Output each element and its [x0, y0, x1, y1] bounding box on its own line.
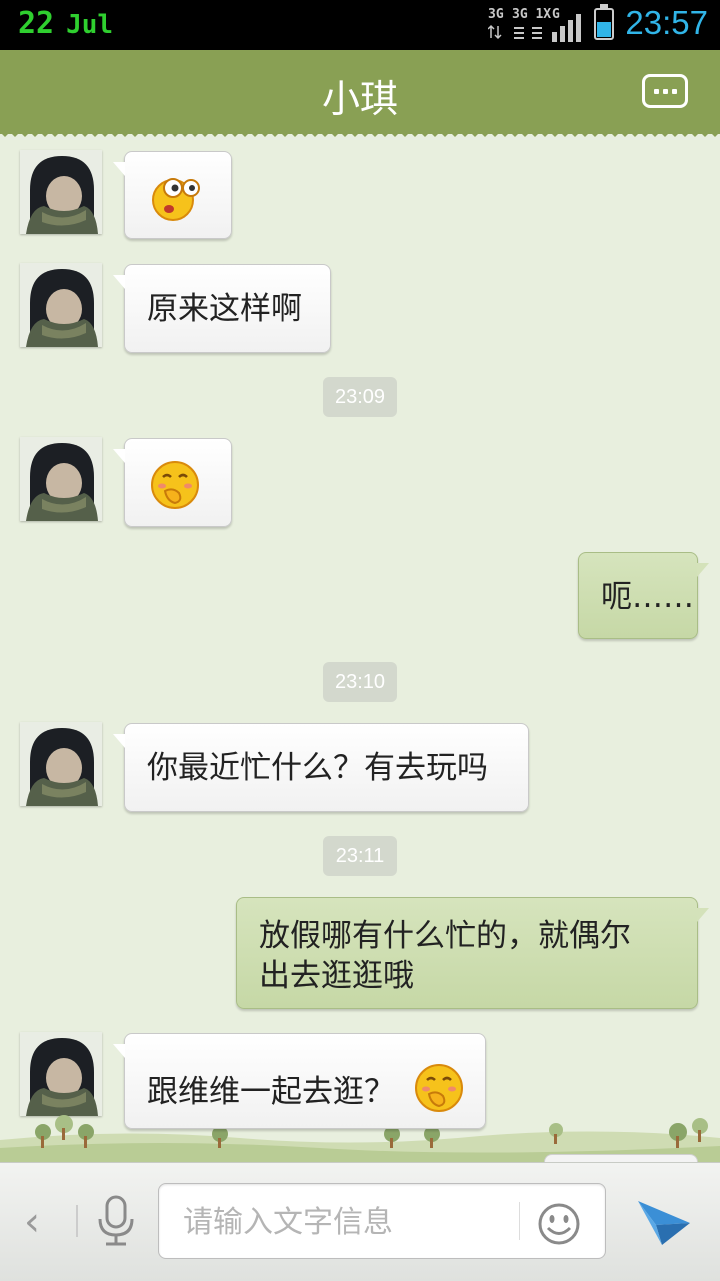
message-text-line: 放假哪有什么忙的，就偶尔 — [259, 918, 631, 954]
back-icon: ‹ — [24, 1199, 40, 1245]
send-icon[interactable] — [636, 1195, 692, 1247]
chat-menu-icon — [654, 89, 659, 94]
timestamp: 23:09 — [323, 377, 397, 417]
avatar[interactable] — [20, 437, 102, 521]
dizzy-emoji-icon — [152, 178, 200, 221]
status-date: 22 Jul — [18, 6, 113, 41]
status-day: 22 — [18, 6, 55, 41]
signal-strength-icon — [552, 14, 581, 42]
smiley-icon[interactable] — [537, 1202, 581, 1246]
avatar[interactable] — [20, 722, 102, 806]
status-month: Jul — [66, 10, 114, 40]
message-bubble-incoming[interactable]: 跟维维一起去逛？ — [113, 1033, 486, 1129]
avatar[interactable] — [20, 1032, 102, 1116]
network-3g1x-label: 3G 1X — [512, 7, 552, 22]
avatar[interactable] — [20, 263, 102, 347]
input-bar: ‹ — [0, 1162, 720, 1281]
back-button[interactable]: ‹ — [24, 1199, 40, 1245]
message-bubble-incoming[interactable] — [113, 151, 232, 239]
status-time: 23:57 — [625, 4, 708, 41]
message-bubble-outgoing[interactable]: 放假哪有什么忙的，就偶尔 出去逛逛哦 — [236, 897, 709, 1009]
shy-emoji-icon — [415, 1064, 463, 1112]
timestamp: 23:10 — [323, 662, 397, 702]
message-input-box[interactable] — [158, 1183, 606, 1260]
message-bubble-incoming[interactable]: 原来这样啊 — [113, 264, 331, 353]
message-bubble-incoming[interactable] — [113, 438, 232, 527]
header-zigzag-edge — [0, 128, 720, 140]
status-bar: 22 Jul 3G 3G 1X G 23:57 — [0, 0, 720, 50]
message-input[interactable] — [181, 1184, 505, 1260]
message-text-line: 出去逛逛哦 — [259, 958, 414, 994]
network-3g-label: 3G — [488, 7, 504, 22]
page-title: 小琪 — [321, 77, 398, 121]
timestamp: 23:11 — [323, 836, 397, 876]
message-text: 你最近忙什么？有去玩吗 — [147, 750, 488, 786]
shy-emoji-icon — [151, 461, 199, 509]
avatar[interactable] — [20, 150, 102, 234]
data-arrows-icon — [488, 24, 542, 40]
divider — [76, 1205, 78, 1237]
battery-icon — [594, 4, 614, 40]
microphone-icon[interactable] — [96, 1195, 136, 1249]
message-bubble-outgoing[interactable]: 呃…… — [578, 552, 709, 639]
message-bubble-incoming[interactable]: 你最近忙什么？有去玩吗 — [113, 723, 529, 812]
chat-menu-button[interactable] — [642, 74, 688, 108]
network-indicators: 3G 3G 1X G — [488, 8, 588, 42]
message-text: 跟维维一起去逛？ — [147, 1074, 395, 1110]
message-text: 原来这样啊 — [147, 291, 302, 327]
message-text: 呃…… — [601, 579, 694, 615]
divider — [519, 1202, 520, 1240]
